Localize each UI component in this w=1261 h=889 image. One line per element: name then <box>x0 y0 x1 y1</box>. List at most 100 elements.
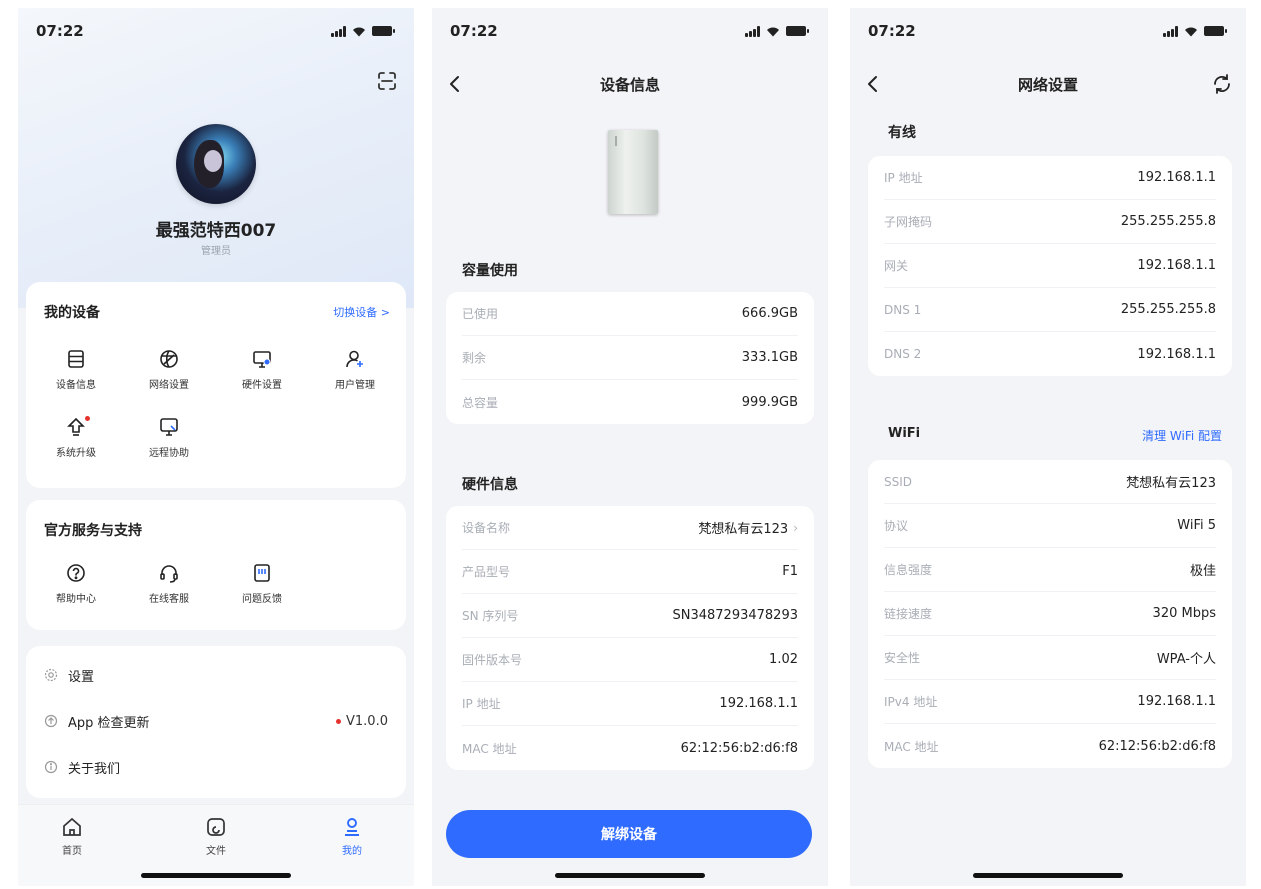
scan-icon[interactable] <box>376 70 398 92</box>
status-bar: 07:22 <box>850 8 1246 54</box>
user-icon <box>345 818 359 836</box>
row-value: 1.02 <box>769 652 798 667</box>
row-key: IPv4 地址 <box>884 695 938 709</box>
wired-section-title: 有线 <box>888 125 916 141</box>
refresh-icon[interactable] <box>1210 72 1234 96</box>
row-value: 192.168.1.1 <box>1137 258 1216 273</box>
headset-icon <box>160 565 178 583</box>
username: 最强范特西007 <box>155 221 277 241</box>
status-time: 07:22 <box>36 22 84 40</box>
user-manage-icon <box>346 350 363 368</box>
menu-card: 设置 App 检查更新 V1.0.0 关于我们 <box>26 646 406 798</box>
row-key: 安全性 <box>884 651 921 665</box>
upgrade-icon <box>67 417 85 436</box>
tab-mine[interactable]: 我的 <box>312 815 392 857</box>
signal-icon <box>745 25 760 37</box>
wired-row: IP 地址 192.168.1.1 <box>884 156 1216 200</box>
settings-row[interactable]: 设置 <box>26 652 406 698</box>
battery-icon <box>1204 26 1227 36</box>
row-key: 产品型号 <box>462 565 511 579</box>
row-key: SSID <box>884 474 913 489</box>
row-value: 192.168.1.1 <box>719 696 798 711</box>
row-value: 666.9GB <box>741 306 798 321</box>
remote-assist-entry[interactable]: 远程协助 <box>133 416 205 459</box>
wifi-row: SSID 梵想私有云123 <box>884 460 1216 504</box>
tab-files[interactable]: 文件 <box>176 815 256 857</box>
version-text: V1.0.0 <box>346 713 388 729</box>
capacity-row: 总容量 999.9GB <box>462 380 798 424</box>
help-icon <box>67 564 85 582</box>
device-info-entry[interactable]: 设备信息 <box>40 348 112 391</box>
hardware-section-title: 硬件信息 <box>462 477 518 493</box>
row-value: 62:12:56:b2:d6:f8 <box>1098 738 1216 754</box>
update-icon <box>44 714 58 728</box>
row-value: WPA-个人 <box>1156 652 1216 667</box>
wifi-row: MAC 地址 62:12:56:b2:d6:f8 <box>884 724 1216 768</box>
device-image <box>608 130 658 214</box>
version-badge: V1.0.0 <box>336 714 388 729</box>
online-service-entry[interactable]: 在线客服 <box>133 562 205 605</box>
row-key: 已使用 <box>462 307 499 321</box>
status-time: 07:22 <box>868 22 916 40</box>
row-key: MAC 地址 <box>884 739 939 754</box>
wifi-row: 协议 WiFi 5 <box>884 504 1216 548</box>
files-icon <box>207 818 225 836</box>
help-center-label: 帮助中心 <box>56 594 96 605</box>
row-value: SN3487293478293 <box>672 608 799 623</box>
hardware-card: 设备名称 梵想私有云123 › 产品型号 F1 SN 序列号 SN34872934… <box>446 506 814 770</box>
wifi-icon <box>767 27 779 36</box>
status-time: 07:22 <box>450 22 498 40</box>
feedback-entry[interactable]: 问题反馈 <box>226 562 298 605</box>
user-manage-label: 用户管理 <box>335 380 375 391</box>
avatar[interactable] <box>176 124 256 204</box>
clear-wifi-config-link[interactable]: 清理 WiFi 配置 <box>1142 427 1222 444</box>
check-update-row[interactable]: App 检查更新 V1.0.0 <box>26 698 406 744</box>
hardware-row: 固件版本号 1.02 <box>462 638 798 682</box>
my-devices-title: 我的设备 <box>44 305 100 321</box>
network-settings-entry[interactable]: 网络设置 <box>133 348 205 391</box>
capacity-card: 已使用 666.9GB 剩余 333.1GB 总容量 999.9GB <box>446 292 814 424</box>
device-info-label: 设备信息 <box>56 380 96 391</box>
row-value: 62:12:56:b2:d6:f8 <box>680 740 798 756</box>
nav-bar: 设备信息 <box>432 64 828 104</box>
battery-icon <box>786 26 809 36</box>
row-key: 固件版本号 <box>462 653 523 667</box>
about-row[interactable]: 关于我们 <box>26 744 406 790</box>
device-info-icon <box>68 350 84 368</box>
hardware-row: MAC 地址 62:12:56:b2:d6:f8 <box>462 726 798 770</box>
row-key: IP 地址 <box>462 697 501 711</box>
row-value: 333.1GB <box>741 350 798 365</box>
capacity-section-title: 容量使用 <box>462 263 518 279</box>
user-manage-entry[interactable]: 用户管理 <box>319 348 391 391</box>
wifi-card: SSID 梵想私有云123 协议 WiFi 5 信息强度 极佳 链接速度 320… <box>868 460 1232 768</box>
nav-bar: 网络设置 <box>850 64 1246 104</box>
wired-card: IP 地址 192.168.1.1 子网掩码 255.255.255.8 网关 … <box>868 156 1232 376</box>
row-key: 链接速度 <box>884 607 933 621</box>
row-value: WiFi 5 <box>1177 518 1216 533</box>
signal-icon <box>331 25 346 37</box>
row-value: 极佳 <box>1189 564 1216 579</box>
device-name-row[interactable]: 设备名称 梵想私有云123 › <box>462 506 798 550</box>
switch-device-link[interactable]: 切换设备 > <box>333 304 390 320</box>
tab-home[interactable]: 首页 <box>32 815 112 857</box>
hardware-row: 产品型号 F1 <box>462 550 798 594</box>
feedback-icon <box>254 564 270 582</box>
row-key: 子网掩码 <box>884 215 933 229</box>
home-indicator <box>141 873 291 878</box>
update-red-dot <box>336 718 342 724</box>
upgrade-badge <box>85 416 90 421</box>
battery-icon <box>372 26 395 36</box>
wifi-row: 链接速度 320 Mbps <box>884 592 1216 636</box>
wifi-row: IPv4 地址 192.168.1.1 <box>884 680 1216 724</box>
capacity-row: 已使用 666.9GB <box>462 292 798 336</box>
row-value: 192.168.1.1 <box>1137 346 1216 362</box>
help-center-entry[interactable]: 帮助中心 <box>40 562 112 605</box>
page-title: 设备信息 <box>599 76 660 94</box>
hardware-settings-entry[interactable]: 硬件设置 <box>226 348 298 391</box>
unbind-device-button[interactable]: 解绑设备 <box>446 810 812 858</box>
wired-row: DNS 2 192.168.1.1 <box>884 332 1216 376</box>
network-settings-label: 网络设置 <box>149 380 189 391</box>
status-bar: 07:22 <box>432 8 828 54</box>
system-upgrade-entry[interactable]: 系统升级 <box>40 416 112 459</box>
tab-home-label: 首页 <box>62 846 82 857</box>
